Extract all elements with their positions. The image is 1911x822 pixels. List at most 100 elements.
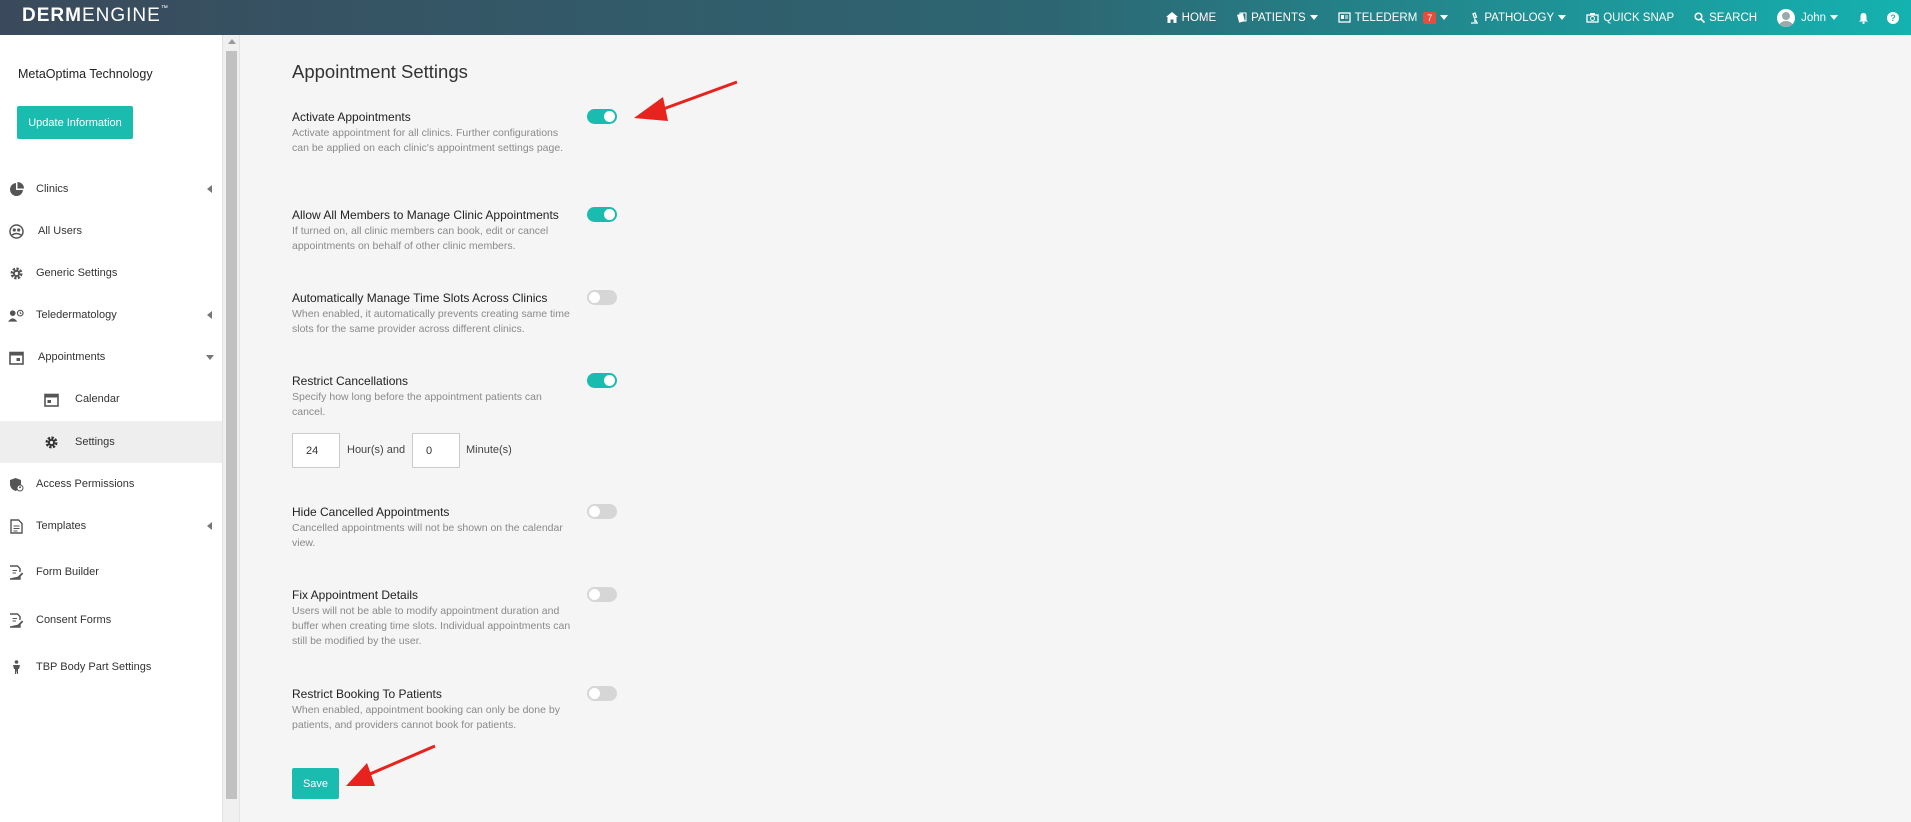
sidebar-item-label: Consent Forms [36,614,112,626]
nav-home[interactable]: HOME [1156,0,1227,35]
setting-title: Restrict Cancellations [292,374,409,388]
sidebar-item-all-users[interactable]: All Users [0,210,222,252]
consent-form-icon [8,612,24,628]
toggle-knob [589,688,600,699]
setting-title: Allow All Members to Manage Clinic Appoi… [292,208,559,222]
user-name: John [1801,11,1826,24]
form-edit-icon [8,564,24,580]
update-information-button[interactable]: Update Information [17,106,133,139]
bell-icon [1859,12,1868,24]
home-icon [1165,12,1178,23]
chevron-left-icon [207,311,212,319]
setting-description: If turned on, all clinic members can boo… [292,225,549,252]
setting-description: When enabled, appointment booking can on… [292,704,560,731]
sidebar-item-label: Clinics [36,183,69,195]
calendar-icon [8,349,24,365]
allow-all-members-toggle[interactable] [587,207,617,222]
sidebar-item-label: Appointments [38,351,106,363]
top-navbar: DERMENGINE™ HOME PATIENTS TELEDERM 7 PAT… [0,0,1911,35]
setting-description: When enabled, it automatically prevents … [292,308,570,335]
sidebar-item-label: Settings [75,436,115,448]
nav-patients[interactable]: PATIENTS [1226,0,1328,35]
scroll-up-arrow-icon[interactable] [228,39,236,44]
fix-appointment-details-toggle[interactable] [587,587,617,602]
sidebar-item-appointments[interactable]: Appointments [0,336,222,378]
chevron-down-icon [1558,15,1567,20]
nav-quick-snap[interactable]: QUICK SNAP [1576,0,1684,35]
minutes-label: Minute(s) [466,444,512,456]
calendar-day-icon [43,391,59,407]
gear-icon [8,265,24,281]
restrict-booking-toggle[interactable] [587,686,617,701]
body-figure-icon [8,659,24,675]
save-button[interactable]: Save [292,768,339,799]
sidebar-item-access-permissions[interactable]: Access Permissions [0,463,222,505]
sidebar-item-calendar[interactable]: Calendar [0,378,222,420]
hide-cancelled-toggle[interactable] [587,504,617,519]
hours-label: Hour(s) and [347,444,406,456]
microscope-icon [1471,11,1479,24]
sidebar-item-teledermatology[interactable]: Teledermatology [0,294,222,336]
sidebar-item-label: All Users [38,225,83,237]
chevron-down-icon [206,354,214,360]
nav-home-label: HOME [1181,11,1217,24]
dermengine-logo[interactable]: DERMENGINE™ [22,5,169,27]
users-icon [8,223,24,239]
setting-title: Fix Appointment Details [292,588,419,602]
toggle-knob [604,375,615,386]
sidebar-item-settings[interactable]: Settings [0,421,222,463]
sidebar-scrollbar[interactable] [222,35,239,822]
telederm-count-badge: 7 [1423,11,1437,24]
nav-notifications[interactable] [1848,0,1883,35]
annotation-arrow-save [346,744,436,786]
toggle-knob [589,292,600,303]
setting-description: Specify how long before the appointment … [292,391,542,418]
sidebar-item-clinics[interactable]: Clinics [0,168,222,210]
content-divider [239,35,240,822]
restrict-cancellations-toggle[interactable] [587,373,617,388]
sidebar-item-tbp-body-part-settings[interactable]: TBP Body Part Settings [0,646,222,688]
nav-help[interactable]: ? [1883,0,1903,35]
setting-description: Users will not be able to modify appoint… [292,605,571,647]
sidebar-item-form-builder[interactable]: Form Builder [0,551,222,593]
sidebar-item-label: Form Builder [36,566,99,578]
nav-user-menu[interactable]: John [1767,0,1848,35]
scrollbar-thumb[interactable] [226,51,237,799]
nav-search[interactable]: SEARCH [1684,0,1767,35]
nav-telederm[interactable]: TELEDERM 7 [1328,0,1459,35]
patients-icon [1237,12,1247,23]
auto-manage-time-slots-toggle[interactable] [587,290,617,305]
sidebar-item-label: Templates [36,520,87,532]
nav-pathology[interactable]: PATHOLOGY [1458,0,1576,35]
sidebar-item-templates[interactable]: Templates [0,505,222,547]
chevron-left-icon [207,185,212,193]
toggle-knob [589,589,600,600]
organization-name: MetaOptima Technology [18,67,153,81]
setting-title: Automatically Manage Time Slots Across C… [292,291,548,305]
settings-sidebar: MetaOptima Technology Update Information… [0,35,222,822]
chevron-down-icon [1440,15,1449,20]
setting-title: Hide Cancelled Appointments [292,505,450,519]
nav-pathology-label: PATHOLOGY [1484,11,1555,24]
cancel-minutes-input[interactable] [412,433,460,468]
sidebar-item-consent-forms[interactable]: Consent Forms [0,599,222,641]
nav-patients-label: PATIENTS [1251,11,1306,24]
sidebar-item-generic-settings[interactable]: Generic Settings [0,252,222,294]
setting-title: Activate Appointments [292,110,411,124]
sidebar-item-label: TBP Body Part Settings [36,661,152,673]
chevron-down-icon [1830,15,1838,20]
document-icon [8,518,24,534]
page-title: Appointment Settings [292,61,468,82]
sidebar-item-label: Calendar [75,393,120,405]
avatar [1777,8,1796,27]
toggle-knob [604,111,615,122]
search-icon [1694,12,1706,23]
chevron-down-icon [1309,15,1318,20]
cancel-hours-input[interactable] [292,433,340,468]
activate-appointments-toggle[interactable] [587,109,617,124]
camera-icon [1586,13,1599,23]
pie-chart-icon [8,181,24,197]
toggle-knob [589,506,600,517]
telederm-icon [1338,12,1351,23]
nav-telederm-label: TELEDERM [1354,11,1418,24]
